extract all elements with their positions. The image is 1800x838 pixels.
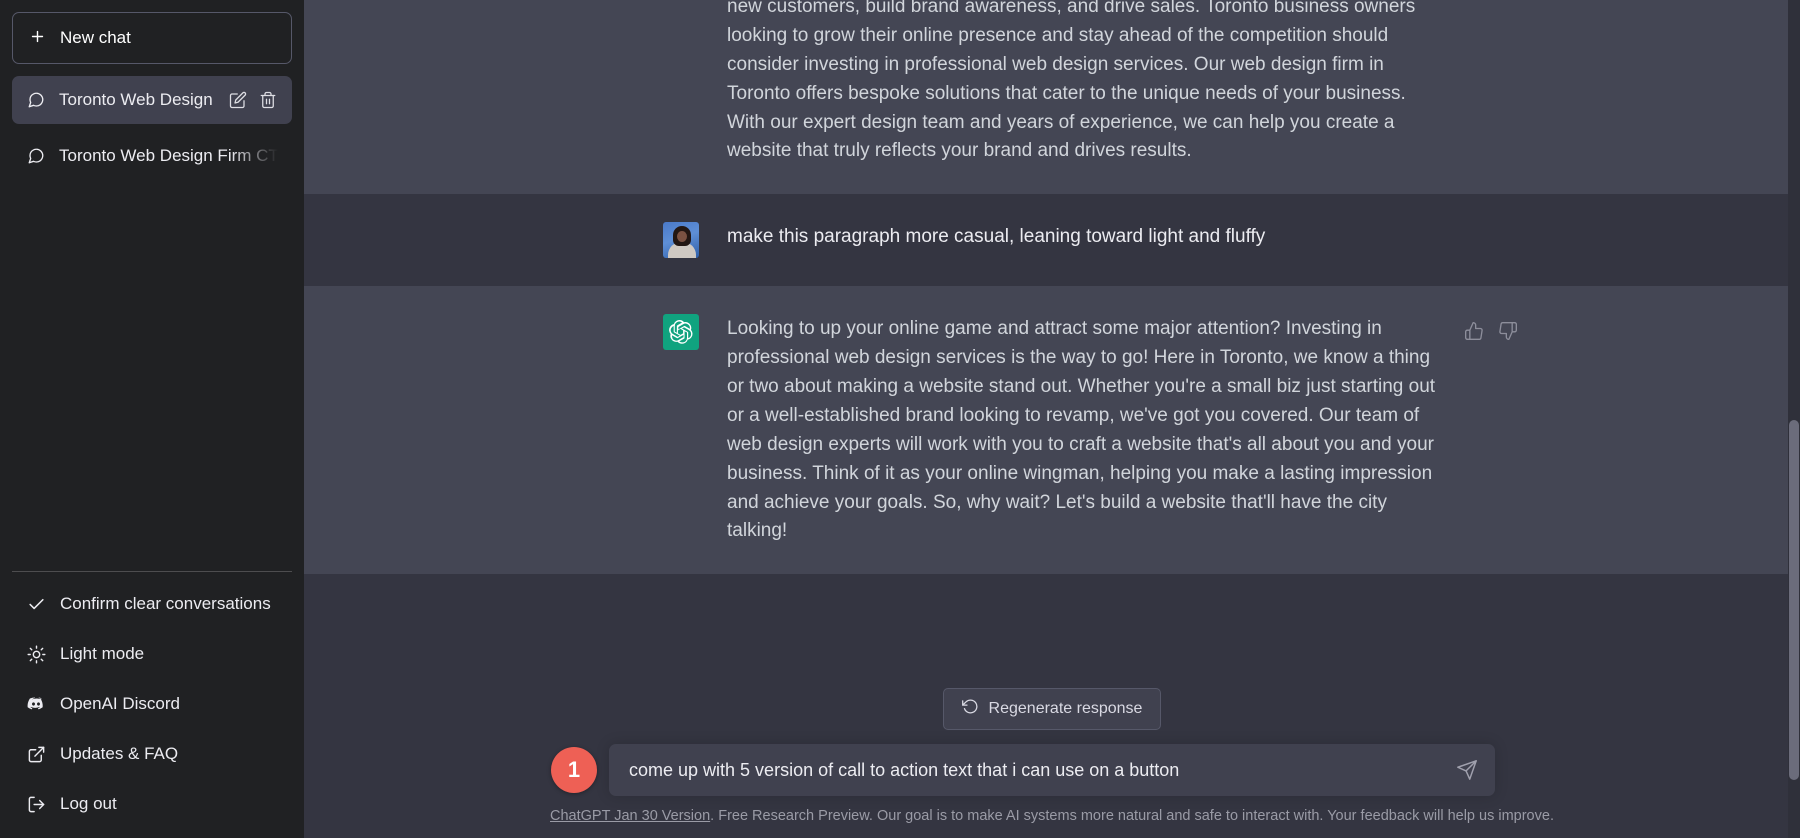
trash-icon[interactable] — [258, 90, 278, 110]
message-paragraph: new customers, build brand awareness, an… — [727, 0, 1416, 162]
conversation-title: Toronto Web Design Sl — [59, 90, 215, 109]
chatgpt-app: New chat Toronto Web Design Sl — [0, 0, 1800, 838]
discord-icon — [26, 694, 46, 714]
composer-zone: Regenerate response 1 come up with 5 ver… — [304, 674, 1800, 838]
annotation-badge-1: 1 — [551, 747, 597, 793]
thumbs-down-icon[interactable] — [1497, 320, 1519, 342]
pencil-icon[interactable] — [228, 90, 248, 110]
input-wrap: 1 come up with 5 version of call to acti… — [551, 744, 1495, 796]
conversation-item-active[interactable]: Toronto Web Design Sl — [12, 76, 292, 124]
main-scrollbar-track[interactable] — [1788, 0, 1800, 838]
footer-disclaimer: ChatGPT Jan 30 Version. Free Research Pr… — [304, 802, 1800, 838]
message-text: make this paragraph more casual, leaning… — [727, 222, 1449, 258]
sidebar-item-label: Light mode — [60, 644, 145, 663]
main-panel: new customers, build brand awareness, an… — [304, 0, 1800, 838]
logout-icon — [26, 794, 46, 814]
conversation-actions — [228, 90, 278, 110]
message-paragraph: make this paragraph more casual, leaning… — [727, 226, 1266, 248]
sidebar-item-updates-faq[interactable]: Updates & FAQ — [12, 730, 292, 778]
conversation-title: Toronto Web Design Firm CTA — [59, 146, 278, 165]
external-link-icon — [26, 744, 46, 764]
thumbs-up-icon[interactable] — [1463, 320, 1485, 342]
message-user: make this paragraph more casual, leaning… — [304, 194, 1800, 287]
message-inner: new customers, build brand awareness, an… — [655, 0, 1449, 166]
chat-bubble-icon — [26, 90, 46, 110]
message-paragraph: Looking to up your online game and attra… — [727, 318, 1436, 542]
check-icon — [26, 594, 46, 614]
user-photo-avatar — [663, 222, 699, 259]
message-inner: make this paragraph more casual, leaning… — [655, 222, 1449, 259]
message-assistant: Looking to up your online game and attra… — [304, 286, 1800, 575]
message-input-value[interactable]: come up with 5 version of call to action… — [629, 760, 1179, 781]
message-text: new customers, build brand awareness, an… — [727, 0, 1449, 166]
sidebar-item-label: OpenAI Discord — [60, 694, 180, 713]
plus-icon — [29, 28, 46, 49]
regenerate-response-label: Regenerate response — [988, 700, 1143, 717]
message-text: Looking to up your online game and attra… — [727, 314, 1517, 546]
sidebar-item-light-mode[interactable]: Light mode — [12, 630, 292, 678]
chatgpt-logo-avatar — [663, 314, 699, 351]
new-chat-label: New chat — [60, 28, 131, 47]
conversation-list: Toronto Web Design Sl — [10, 76, 294, 180]
sun-icon — [26, 644, 46, 664]
send-paper-plane-icon[interactable] — [1453, 756, 1481, 784]
sidebar-item-log-out[interactable]: Log out — [12, 780, 292, 828]
avatar-placeholder — [663, 0, 699, 166]
sidebar-item-label: Updates & FAQ — [60, 744, 179, 763]
message-input[interactable]: come up with 5 version of call to action… — [609, 744, 1495, 796]
regenerate-row: Regenerate response — [304, 682, 1800, 744]
sidebar: New chat Toronto Web Design Sl — [0, 0, 304, 838]
message-assistant-clipped: new customers, build brand awareness, an… — [304, 0, 1800, 195]
new-chat-button[interactable]: New chat — [12, 12, 292, 64]
message-feedback-actions — [1463, 320, 1519, 342]
input-row: 1 come up with 5 version of call to acti… — [304, 744, 1800, 802]
version-link[interactable]: ChatGPT Jan 30 Version — [550, 808, 710, 824]
sidebar-bottom-menu: Confirm clear conversations Light mode O… — [12, 571, 292, 838]
message-thread[interactable]: new customers, build brand awareness, an… — [304, 0, 1800, 674]
chat-bubble-icon — [26, 146, 46, 166]
footer-rest-text: . Free Research Preview. Our goal is to … — [710, 808, 1554, 824]
message-inner: Looking to up your online game and attra… — [655, 314, 1517, 546]
sidebar-item-openai-discord[interactable]: OpenAI Discord — [12, 680, 292, 728]
sidebar-item-label: Log out — [60, 794, 117, 813]
sidebar-item-confirm-clear-conversations[interactable]: Confirm clear conversations — [12, 580, 292, 628]
refresh-icon — [961, 698, 979, 720]
conversation-item[interactable]: Toronto Web Design Firm CTA — [12, 132, 292, 180]
sidebar-item-label: Confirm clear conversations — [60, 594, 271, 613]
main-scrollbar-thumb[interactable] — [1789, 420, 1799, 780]
regenerate-response-button[interactable]: Regenerate response — [942, 688, 1162, 730]
